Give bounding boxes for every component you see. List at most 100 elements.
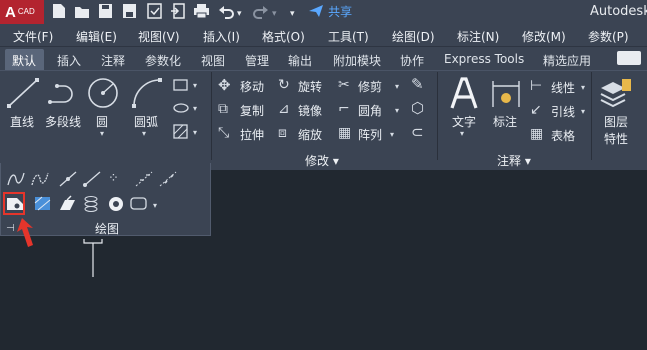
menu-parameters[interactable]: 参数(P) bbox=[588, 28, 629, 45]
offset-icon[interactable]: ⊂ bbox=[411, 125, 424, 140]
leader-dropdown-icon[interactable]: ▾ bbox=[581, 105, 585, 119]
save-icon[interactable] bbox=[98, 3, 113, 21]
app-logo[interactable]: A CAD bbox=[0, 0, 44, 24]
copy-label[interactable]: 复制 bbox=[240, 102, 264, 119]
hatch-dropdown-icon[interactable]: ▾ bbox=[193, 126, 197, 140]
tab-collaborate[interactable]: 协作 bbox=[400, 52, 424, 69]
trim-label[interactable]: 修剪 bbox=[358, 78, 382, 95]
spline-cv-icon[interactable] bbox=[31, 171, 49, 187]
copy-icon[interactable]: ⧉ bbox=[218, 102, 228, 116]
share-button[interactable]: 共享 bbox=[308, 3, 352, 22]
ellipse-dropdown-icon[interactable]: ▾ bbox=[193, 102, 197, 116]
text-dropdown-icon[interactable]: ▾ bbox=[460, 127, 464, 141]
explode-icon[interactable]: ⬡ bbox=[411, 101, 424, 116]
menu-view[interactable]: 视图(V) bbox=[138, 28, 180, 45]
tab-default[interactable]: 默认 bbox=[12, 52, 36, 69]
revision-cloud-dropdown-icon[interactable]: ▾ bbox=[153, 199, 157, 213]
fillet-label[interactable]: 圆角 bbox=[358, 102, 382, 119]
dimension-label[interactable]: 标注 bbox=[493, 113, 517, 130]
boundary-icon[interactable] bbox=[59, 195, 77, 212]
scale-icon[interactable]: ⧈ bbox=[278, 126, 287, 140]
draw-panel-title[interactable]: 绘图 bbox=[95, 220, 119, 237]
array-icon[interactable]: ▦ bbox=[338, 126, 351, 140]
trim-dropdown-icon[interactable]: ▾ bbox=[395, 80, 399, 94]
erase-icon[interactable]: ✎ bbox=[411, 77, 424, 92]
open-icon[interactable] bbox=[74, 3, 90, 21]
menu-tools[interactable]: 工具(T) bbox=[328, 28, 369, 45]
table-icon[interactable]: ▦ bbox=[530, 127, 543, 141]
drawing-canvas[interactable] bbox=[211, 170, 647, 350]
linear-label[interactable]: 线性 bbox=[551, 79, 575, 96]
menu-dimension[interactable]: 标注(N) bbox=[457, 28, 499, 45]
tab-featured-apps[interactable]: 精选应用 bbox=[543, 52, 591, 69]
ribbon-options-icon[interactable] bbox=[617, 51, 641, 65]
circle-dropdown-icon[interactable]: ▾ bbox=[100, 127, 104, 141]
leader-icon[interactable]: ↙ bbox=[530, 103, 542, 117]
mirror-icon[interactable]: ⊿ bbox=[278, 102, 290, 116]
construction-line-icon[interactable] bbox=[59, 171, 77, 187]
tab-view[interactable]: 视图 bbox=[201, 52, 225, 69]
menu-edit[interactable]: 编辑(E) bbox=[76, 28, 117, 45]
rotate-icon[interactable]: ↻ bbox=[278, 78, 290, 92]
move-icon[interactable]: ✥ bbox=[218, 78, 231, 93]
text-icon[interactable] bbox=[449, 76, 479, 110]
polyline-icon[interactable] bbox=[47, 80, 81, 106]
tab-insert[interactable]: 插入 bbox=[57, 52, 81, 69]
menu-insert[interactable]: 插入(I) bbox=[203, 28, 240, 45]
layer-properties-icon[interactable] bbox=[598, 78, 632, 110]
menu-format[interactable]: 格式(O) bbox=[262, 28, 305, 45]
polyline-label[interactable]: 多段线 bbox=[45, 113, 81, 130]
import-icon[interactable] bbox=[170, 3, 185, 21]
measure-icon[interactable] bbox=[159, 171, 177, 187]
arc-dropdown-icon[interactable]: ▾ bbox=[142, 127, 146, 141]
fillet-icon[interactable]: ⌐ bbox=[338, 102, 350, 116]
circle-icon[interactable] bbox=[86, 76, 120, 110]
move-label[interactable]: 移动 bbox=[240, 78, 264, 95]
ellipse-icon[interactable] bbox=[173, 101, 189, 115]
divide-icon[interactable] bbox=[135, 171, 153, 187]
line-label[interactable]: 直线 bbox=[10, 113, 34, 130]
redo-icon[interactable] bbox=[253, 3, 269, 21]
linear-dropdown-icon[interactable]: ▾ bbox=[581, 81, 585, 95]
multiple-points-icon[interactable]: ⁘ bbox=[108, 172, 119, 186]
rectangle-icon[interactable] bbox=[173, 78, 189, 92]
array-dropdown-icon[interactable]: ▾ bbox=[390, 128, 394, 142]
leader-label[interactable]: 引线 bbox=[551, 103, 575, 120]
redo-dropdown-icon[interactable]: ▾ bbox=[272, 5, 277, 23]
undo-icon[interactable] bbox=[218, 3, 234, 21]
line-icon[interactable] bbox=[6, 76, 40, 110]
customize-qat-icon[interactable]: ▾ bbox=[290, 5, 295, 23]
tab-addins[interactable]: 附加模块 bbox=[333, 52, 381, 69]
arc-icon[interactable] bbox=[130, 76, 164, 110]
stretch-label[interactable]: 拉伸 bbox=[240, 126, 264, 143]
donut-icon[interactable] bbox=[107, 195, 125, 212]
revision-cloud-icon[interactable] bbox=[130, 196, 150, 211]
tab-parametric[interactable]: 参数化 bbox=[145, 52, 181, 69]
trim-icon[interactable]: ✂ bbox=[338, 78, 350, 92]
scale-label[interactable]: 缩放 bbox=[298, 126, 322, 143]
fillet-dropdown-icon[interactable]: ▾ bbox=[395, 104, 399, 118]
layer-properties-label-2[interactable]: 特性 bbox=[604, 130, 628, 147]
ray-icon[interactable] bbox=[83, 171, 101, 187]
spline-fit-icon[interactable] bbox=[7, 171, 25, 187]
menu-draw[interactable]: 绘图(D) bbox=[392, 28, 435, 45]
table-label[interactable]: 表格 bbox=[551, 127, 575, 144]
print-icon[interactable] bbox=[193, 3, 210, 21]
save-as-icon[interactable] bbox=[122, 3, 137, 21]
tab-annotate[interactable]: 注释 bbox=[101, 52, 125, 69]
tab-manage[interactable]: 管理 bbox=[245, 52, 269, 69]
dimension-icon[interactable] bbox=[490, 78, 522, 110]
modify-panel-title[interactable]: 修改 ▾ bbox=[305, 152, 339, 169]
layer-properties-label[interactable]: 图层 bbox=[604, 113, 628, 130]
helix-icon[interactable] bbox=[82, 195, 100, 212]
new-icon[interactable] bbox=[52, 3, 66, 21]
menu-file[interactable]: 文件(F) bbox=[13, 28, 53, 45]
array-label[interactable]: 阵列 bbox=[358, 126, 382, 143]
annotation-panel-title[interactable]: 注释 ▾ bbox=[497, 152, 531, 169]
stretch-icon[interactable]: ⤡ bbox=[218, 126, 229, 140]
rotate-label[interactable]: 旋转 bbox=[298, 78, 322, 95]
tab-output[interactable]: 输出 bbox=[288, 52, 312, 69]
hatch-icon[interactable] bbox=[173, 124, 189, 140]
menu-modify[interactable]: 修改(M) bbox=[522, 28, 566, 45]
mirror-label[interactable]: 镜像 bbox=[298, 102, 322, 119]
